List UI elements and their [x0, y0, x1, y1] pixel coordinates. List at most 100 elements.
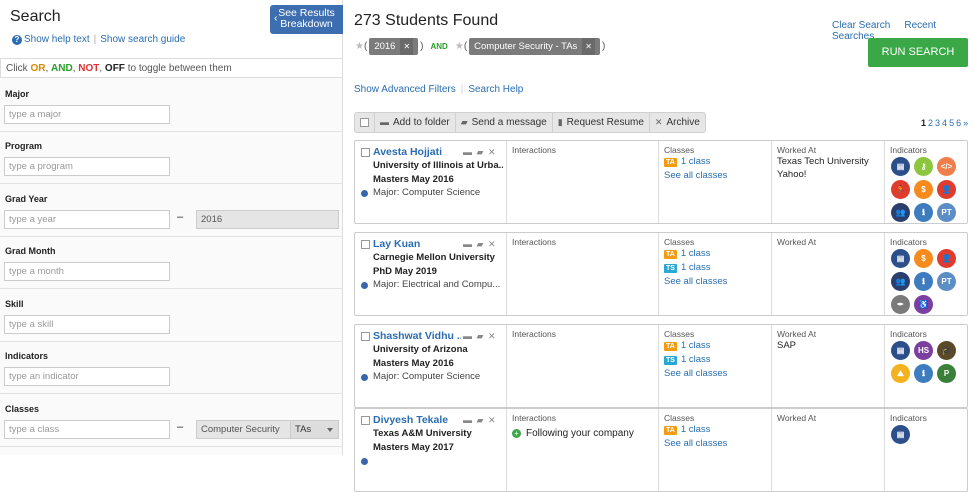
- close-icon[interactable]: ✕: [488, 147, 496, 157]
- pen-icon[interactable]: ✒: [891, 295, 910, 314]
- student-name-link[interactable]: Lay Kuan: [373, 238, 461, 250]
- star-icon[interactable]: ★: [355, 41, 364, 52]
- message-icon[interactable]: ▰: [477, 147, 484, 157]
- page-link[interactable]: 5: [949, 118, 954, 128]
- mountain-icon[interactable]: ⛰: [891, 364, 910, 383]
- pt-icon[interactable]: PT: [937, 203, 956, 222]
- filter-input[interactable]: type a month: [4, 262, 170, 281]
- dollar-icon[interactable]: $: [914, 249, 933, 268]
- message-icon[interactable]: ▰: [477, 331, 484, 341]
- class-count-link[interactable]: 1 class: [681, 424, 711, 435]
- class-item[interactable]: TA 1 class: [664, 156, 710, 167]
- filter-classes: Classes type a class – Computer Security TAs: [0, 395, 343, 447]
- group-icon[interactable]: 👥: [891, 203, 910, 222]
- student-checkbox[interactable]: [361, 148, 370, 157]
- student-name-link[interactable]: Shashwat Vidhu ...: [373, 330, 461, 342]
- filter-input[interactable]: type a program: [4, 157, 170, 176]
- folder-icon[interactable]: ▬: [463, 239, 472, 249]
- close-icon[interactable]: ✕: [488, 331, 496, 341]
- document-icon: ▮: [557, 117, 563, 127]
- page-next[interactable]: »: [963, 118, 968, 128]
- student-checkbox[interactable]: [361, 332, 370, 341]
- runner-icon[interactable]: 🏃: [891, 180, 910, 199]
- filter-input[interactable]: type a year: [4, 210, 170, 229]
- folder-icon[interactable]: ▬: [463, 147, 472, 157]
- p-icon[interactable]: P: [937, 364, 956, 383]
- student-name-link[interactable]: Avesta Hojjati: [373, 146, 461, 158]
- book-icon[interactable]: ▤: [891, 425, 910, 444]
- info-icon[interactable]: ℹ: [914, 203, 933, 222]
- graduation-icon[interactable]: 🎓: [937, 341, 956, 360]
- chevron-left-icon: ‹: [274, 12, 278, 24]
- close-icon[interactable]: ✕: [488, 415, 496, 425]
- message-icon[interactable]: ▰: [477, 415, 484, 425]
- run-search-button[interactable]: RUN SEARCH: [868, 38, 968, 67]
- see-all-classes-link[interactable]: See all classes: [664, 170, 727, 181]
- student-card: Divyesh Tekale ▬ ▰ ✕ Texas A&M University M…: [354, 408, 968, 492]
- clear-search-link[interactable]: Clear Search: [832, 20, 890, 31]
- page-link[interactable]: 3: [935, 118, 940, 128]
- show-search-guide-link[interactable]: Show search guide: [100, 34, 185, 45]
- info-icon[interactable]: ℹ: [914, 364, 933, 383]
- student-checkbox[interactable]: [361, 416, 370, 425]
- results-count: 273 Students Found: [354, 12, 499, 29]
- page-link[interactable]: 2: [928, 118, 933, 128]
- show-help-text-link[interactable]: Show help text: [24, 34, 90, 45]
- class-item[interactable]: TA 1 class: [664, 248, 710, 259]
- student-checkbox[interactable]: [361, 240, 370, 249]
- book-icon[interactable]: ▤: [891, 341, 910, 360]
- column-header: Interactions: [512, 329, 556, 339]
- and-operator[interactable]: AND: [431, 42, 448, 51]
- folder-icon[interactable]: ▬: [463, 331, 472, 341]
- class-count-link[interactable]: 1 class: [681, 248, 711, 259]
- close-icon[interactable]: ✕: [400, 38, 414, 55]
- page-link[interactable]: 4: [942, 118, 947, 128]
- key-icon[interactable]: ⚷: [914, 157, 933, 176]
- student-info: Shashwat Vidhu ... ▬ ▰ ✕ University of Ari…: [355, 325, 507, 407]
- request-resume-button[interactable]: ▮ Request Resume: [553, 113, 650, 132]
- class-count-link[interactable]: 1 class: [681, 354, 711, 365]
- filter-input[interactable]: type an indicator: [4, 367, 170, 386]
- class-item[interactable]: TA 1 class: [664, 340, 710, 351]
- folder-icon[interactable]: ▬: [463, 415, 472, 425]
- class-count-link[interactable]: 1 class: [681, 340, 711, 351]
- code-icon[interactable]: </>: [937, 157, 956, 176]
- message-icon[interactable]: ▰: [477, 239, 484, 249]
- group-icon[interactable]: 👥: [891, 272, 910, 291]
- person-icon[interactable]: 👤: [937, 180, 956, 199]
- page-link[interactable]: 6: [956, 118, 961, 128]
- see-all-classes-link[interactable]: See all classes: [664, 368, 727, 379]
- filter-input[interactable]: type a class: [4, 420, 170, 439]
- archive-button[interactable]: ✕ Archive: [650, 113, 705, 132]
- class-item[interactable]: TA 1 class: [664, 424, 710, 435]
- indicators-column: Indicators ▤ HS 🎓 ⛰ ℹ P: [885, 325, 969, 407]
- dollar-icon[interactable]: $: [914, 180, 933, 199]
- close-icon[interactable]: ✕: [488, 239, 496, 249]
- send-message-button[interactable]: ▰ Send a message: [456, 113, 553, 132]
- filter-input[interactable]: type a skill: [4, 315, 170, 334]
- student-name-link[interactable]: Divyesh Tekale: [373, 414, 461, 426]
- close-icon[interactable]: ✕: [582, 38, 595, 55]
- filter-input[interactable]: type a major: [4, 105, 170, 124]
- class-item[interactable]: TS 1 class: [664, 354, 711, 365]
- accessibility-icon[interactable]: ♿: [914, 295, 933, 314]
- class-item[interactable]: TS 1 class: [664, 262, 711, 273]
- add-to-folder-button[interactable]: ▬ Add to folder: [375, 113, 456, 132]
- select-all-checkbox[interactable]: [355, 113, 375, 132]
- see-results-breakdown-button[interactable]: ‹ See Results Breakdown: [270, 5, 343, 34]
- hs-icon[interactable]: HS: [914, 341, 933, 360]
- book-icon[interactable]: ▤: [891, 157, 910, 176]
- book-icon[interactable]: ▤: [891, 249, 910, 268]
- info-icon[interactable]: ℹ: [914, 272, 933, 291]
- see-all-classes-link[interactable]: See all classes: [664, 438, 727, 449]
- person-icon[interactable]: 👤: [937, 249, 956, 268]
- search-help-link[interactable]: Search Help: [468, 84, 523, 95]
- filter-value-field[interactable]: 2016: [196, 210, 339, 229]
- class-count-link[interactable]: 1 class: [681, 156, 711, 167]
- role-select[interactable]: TAs: [290, 420, 339, 439]
- see-all-classes-link[interactable]: See all classes: [664, 276, 727, 287]
- pt-icon[interactable]: PT: [937, 272, 956, 291]
- class-count-link[interactable]: 1 class: [681, 262, 711, 273]
- star-icon[interactable]: ★: [455, 41, 464, 52]
- show-advanced-filters-link[interactable]: Show Advanced Filters: [354, 84, 456, 95]
